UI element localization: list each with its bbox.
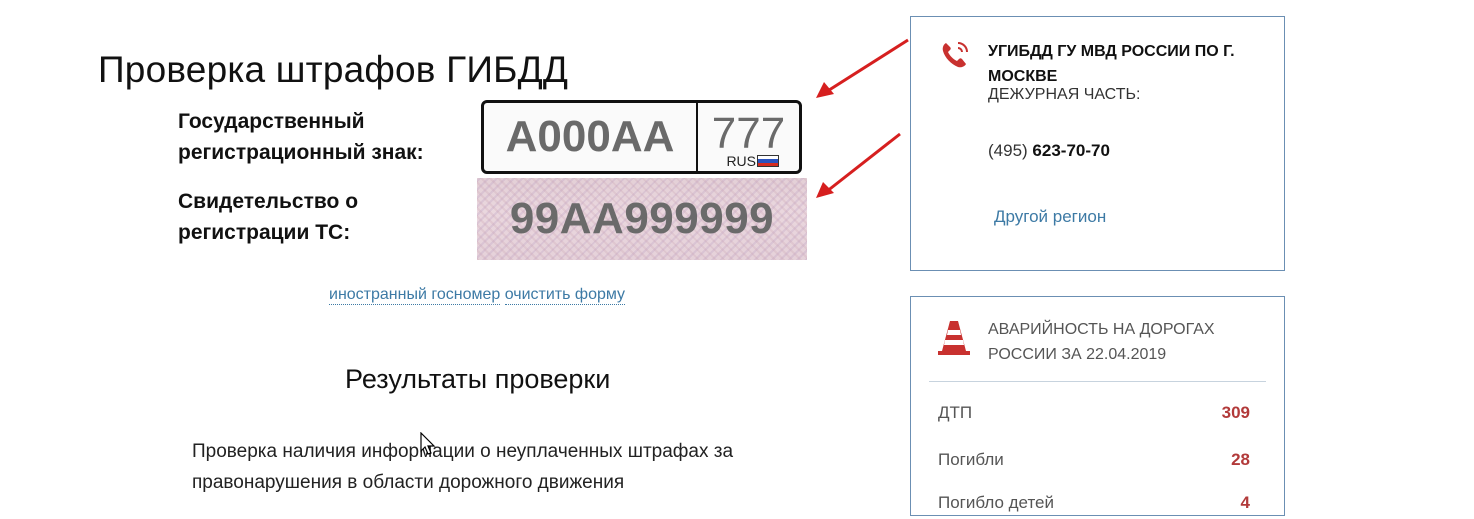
plate-label-line1: Государственный <box>178 110 365 133</box>
plate-region-value[interactable]: 777 <box>698 109 799 159</box>
plate-region-field[interactable]: 777 RUS <box>698 103 799 171</box>
stat-value: 28 <box>1231 450 1250 469</box>
plate-number-value[interactable]: А000АА <box>484 103 698 171</box>
plate-label-line2: регистрационный знак: <box>178 141 424 164</box>
cert-label-line1: Свидетельство о <box>178 190 359 213</box>
results-title: Результаты проверки <box>345 364 611 394</box>
stat-label: Погибло детей <box>938 493 1054 512</box>
phone-icon <box>942 42 968 68</box>
traffic-police-contact-panel: УГИБДД ГУ МВД РОССИИ ПО Г. МОСКВЕ ДЕЖУРН… <box>910 16 1285 271</box>
foreign-plate-link[interactable]: иностранный госномер <box>329 286 501 305</box>
stat-row: ДТП 309 <box>938 403 1250 429</box>
stat-row: Погибли 28 <box>938 450 1250 476</box>
stat-value: 309 <box>1221 403 1250 422</box>
mouse-cursor-icon <box>420 432 436 455</box>
russia-flag-icon <box>757 155 779 167</box>
department-name: УГИБДД ГУ МВД РОССИИ ПО Г. МОСКВЕ <box>988 43 1235 85</box>
stat-label: Погибли <box>938 450 1004 469</box>
divider <box>929 381 1266 382</box>
red-arrow-icon <box>816 132 901 198</box>
cert-label: Свидетельство о регистрации ТС: <box>178 186 358 248</box>
stat-value: 4 <box>1240 493 1250 512</box>
page-title: Проверка штрафов ГИБДД <box>98 48 569 90</box>
phone-code: (495) <box>988 141 1028 160</box>
registration-cert-value[interactable]: 99АА999999 <box>510 194 774 244</box>
accident-stats-panel: АВАРИЙНОСТЬ НА ДОРОГАХ РОССИИ ЗА 22.04.2… <box>910 296 1285 516</box>
red-arrow-icon <box>816 38 909 98</box>
stat-label: ДТП <box>938 403 973 422</box>
phone-digits: 623-70-70 <box>1032 141 1110 160</box>
cert-label-line2: регистрации ТС: <box>178 221 351 244</box>
other-region-link[interactable]: Другой регион <box>994 207 1106 227</box>
plate-country-code: RUS <box>726 153 756 169</box>
plate-country: RUS <box>726 153 779 169</box>
form-links: иностранный госномер очистить форму <box>329 286 626 305</box>
plate-label: Государственный регистрационный знак: <box>178 106 424 168</box>
results-description: Проверка наличия информации о неуплаченн… <box>192 441 734 493</box>
stat-row: Погибло детей 4 <box>938 493 1250 519</box>
phone-number: (495) 623-70-70 <box>988 141 1110 161</box>
registration-cert-field[interactable]: 99АА999999 <box>477 178 807 260</box>
clear-form-link[interactable]: очистить форму <box>504 286 626 305</box>
duty-label: ДЕЖУРНАЯ ЧАСТЬ: <box>988 86 1141 103</box>
accident-stats-title: АВАРИЙНОСТЬ НА ДОРОГАХ РОССИИ ЗА 22.04.2… <box>988 321 1215 363</box>
traffic-cone-icon <box>938 321 970 355</box>
plate-number-field[interactable]: А000АА 777 RUS <box>481 100 802 174</box>
